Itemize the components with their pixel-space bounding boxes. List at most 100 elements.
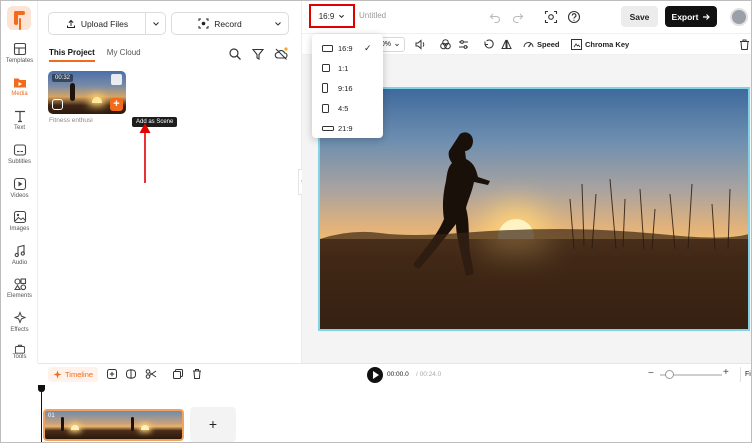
add-scene-button[interactable]: + [190, 407, 236, 442]
video-icon [13, 177, 26, 191]
record-button[interactable]: Record [171, 12, 289, 35]
sidebar-item-label: Subtitles [7, 159, 31, 165]
timeline-zoom-knob[interactable] [665, 370, 674, 379]
media-folder-icon [13, 78, 26, 88]
sidebar-item-label: Audio [11, 260, 28, 266]
tab-this-project[interactable]: This Project [49, 48, 95, 62]
redo-icon[interactable] [511, 10, 525, 24]
filter-icon[interactable] [251, 47, 265, 61]
replace-clip-icon[interactable] [52, 99, 63, 110]
help-icon[interactable] [567, 10, 581, 24]
ratio-option-label: 9:16 [338, 83, 353, 93]
runner-silhouette [70, 83, 75, 101]
sidebar-item-label: Media [11, 91, 28, 97]
color-filter-icon[interactable] [439, 38, 452, 51]
fit-button[interactable]: Fi [740, 367, 751, 382]
search-icon[interactable] [228, 47, 242, 61]
sidebar-item-label: Tools [12, 354, 27, 360]
delete-clip-icon[interactable] [111, 74, 122, 85]
timeline-tracks: 01 + [38, 385, 751, 442]
total-time: / 00:24.0 [416, 371, 442, 378]
record-screen-icon [198, 18, 209, 29]
sidebar-item-elements[interactable]: Elements [1, 277, 38, 307]
export-button[interactable]: Export [665, 6, 717, 27]
upload-files-button[interactable]: Upload Files [48, 12, 166, 35]
sidebar-item-videos[interactable]: Videos [1, 177, 38, 207]
app-window: Templates Media Text Subtitles Videos Im… [0, 0, 752, 443]
speed-icon[interactable] [522, 38, 535, 51]
aspect-ratio-menu: 16:9 ✓ 1:1 9:16 4:5 21:9 [312, 34, 383, 138]
sidebar-item-images[interactable]: Images [1, 210, 38, 240]
chevron-down-icon [395, 43, 399, 46]
add-track-icon[interactable] [106, 368, 118, 380]
sidebar-item-effects[interactable]: Effects [1, 311, 38, 341]
playhead[interactable] [38, 385, 45, 442]
upload-options-dropdown[interactable] [145, 13, 165, 34]
ratio-4-5-icon [322, 103, 329, 113]
effects-sparkle-icon [13, 311, 26, 324]
subtitles-icon [13, 144, 26, 156]
sidebar-item-media[interactable]: Media [1, 75, 38, 105]
media-clip-thumbnail[interactable]: 00:32 + [48, 71, 126, 114]
chevron-down-icon [275, 21, 281, 26]
trash-icon[interactable] [738, 38, 751, 51]
sidebar-item-label: Images [9, 226, 30, 232]
upload-files-label: Upload Files [80, 18, 129, 29]
tab-my-cloud[interactable]: My Cloud [107, 48, 141, 62]
add-as-scene-button[interactable]: + [110, 98, 123, 111]
split-icon[interactable] [125, 368, 137, 380]
chevron-down-icon [152, 21, 159, 26]
flip-icon[interactable] [500, 38, 513, 51]
rotate-icon[interactable] [482, 38, 495, 51]
left-rail: Templates Media Text Subtitles Videos Im… [1, 1, 38, 363]
annotation-arrow-icon [139, 123, 151, 183]
scissors-icon[interactable] [145, 368, 157, 380]
chroma-key-label[interactable]: Chroma Key [585, 40, 629, 49]
duplicate-icon[interactable] [172, 368, 184, 380]
screenshot-icon[interactable] [544, 10, 558, 24]
save-button[interactable]: Save [621, 6, 658, 27]
text-icon [14, 110, 25, 123]
ratio-option-9-16[interactable]: 9:16 [312, 79, 383, 97]
sun-glow [92, 97, 102, 103]
ratio-option-label: 4:5 [338, 103, 349, 113]
chroma-key-icon[interactable] [570, 38, 583, 51]
timeline-sparkle-icon [53, 370, 62, 379]
avatar[interactable] [730, 8, 748, 26]
sidebar-item-templates[interactable]: Templates [1, 42, 38, 72]
zoom-out-button[interactable]: − [648, 368, 654, 379]
current-time: 00:00.0 [387, 371, 409, 378]
speed-label[interactable]: Speed [537, 40, 560, 49]
export-label: Export [671, 11, 699, 22]
ratio-option-4-5[interactable]: 4:5 [312, 99, 383, 117]
zoom-in-button[interactable]: + [723, 367, 729, 378]
tab-timeline[interactable]: Timeline [48, 367, 99, 382]
record-options-dropdown[interactable] [268, 21, 288, 27]
record-label: Record [214, 18, 242, 29]
adjust-sliders-icon[interactable] [457, 38, 470, 51]
sidebar-item-tools[interactable]: Tools [1, 344, 38, 364]
sun-glow [141, 425, 149, 430]
trash-icon[interactable] [191, 368, 203, 380]
aspect-ratio-selector[interactable]: 16:9 [309, 4, 355, 28]
sidebar-item-audio[interactable]: Audio [1, 244, 38, 274]
arrow-right-icon [703, 13, 711, 20]
ratio-option-label: 16:9 [338, 43, 353, 53]
record-main: Record [172, 18, 268, 29]
timeline-tab-label: Timeline [65, 370, 94, 379]
undo-icon[interactable] [488, 10, 502, 24]
runner-silhouette [131, 417, 134, 431]
sidebar-item-text[interactable]: Text [1, 109, 38, 139]
project-title[interactable]: Untitled [359, 11, 386, 20]
sidebar-item-label: Templates [5, 58, 34, 64]
ratio-option-1-1[interactable]: 1:1 [312, 59, 383, 77]
timeline-clip[interactable]: 01 [43, 409, 184, 441]
ratio-option-16-9[interactable]: 16:9 ✓ [312, 39, 383, 57]
sidebar-item-subtitles[interactable]: Subtitles [1, 143, 38, 173]
play-button[interactable] [367, 367, 383, 383]
ratio-option-21-9[interactable]: 21:9 [312, 119, 383, 137]
top-bar: 16:9 Untitled Save Export [302, 1, 751, 33]
cloud-off-icon[interactable] [274, 47, 288, 61]
ratio-9-16-icon [322, 83, 328, 93]
volume-icon[interactable] [414, 38, 427, 51]
